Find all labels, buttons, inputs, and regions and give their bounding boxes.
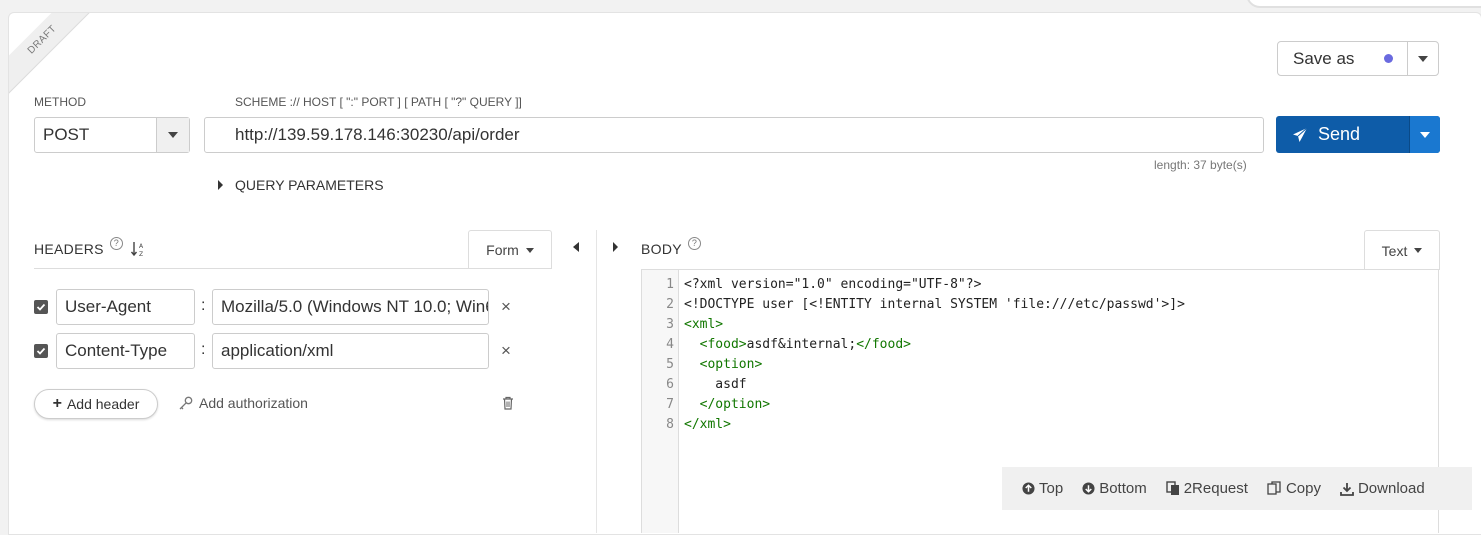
body-mode-select[interactable]: Text [1364,230,1440,270]
header-separator: : [201,297,206,314]
caret-right-icon [613,242,618,252]
copy-files-icon [1166,481,1179,495]
body-title: BODY [641,241,682,257]
delete-all-headers-button[interactable] [502,396,514,415]
headers-divider [34,268,552,269]
add-header-button[interactable]: + Add header [34,389,158,419]
code-line: </xml> [684,417,731,432]
line-number: 5 [666,357,674,372]
send-dropdown[interactable] [1409,116,1440,153]
code-line: <?xml version="1.0" encoding="UTF-8"?> [684,277,982,292]
headers-title-row: HEADERS? AZ [34,237,145,259]
url-input[interactable]: http://139.59.178.146:30230/api/order [204,117,1264,153]
code-line: <!DOCTYPE user [<!ENTITY internal SYSTEM… [684,297,1185,312]
send-button[interactable]: Send [1276,116,1440,153]
line-gutter: 1 2 3 4 5 6 7 8 [642,270,679,533]
arrow-up-circle-icon [1022,482,1035,495]
checkmark-icon [36,303,46,311]
line-number: 8 [666,417,674,432]
download-label: Download [1357,480,1425,497]
copy-label: Copy [1285,480,1321,497]
line-number: 2 [666,297,674,312]
arrow-down-circle-icon [1082,482,1095,495]
caret-right-icon [218,180,223,190]
url-length: length: 37 byte(s) [1154,158,1247,172]
header-name-input[interactable]: User-Agent [56,289,195,325]
draft-label: DRAFT [25,23,59,57]
bottom-label: Bottom [1099,480,1147,497]
header-value-input[interactable]: Mozilla/5.0 (Windows NT 10.0; Win64; x64… [212,289,489,325]
body-title-row: BODY? [641,237,701,259]
checkmark-icon [36,347,46,355]
svg-text:Z: Z [139,251,143,257]
body-mode-label: Text [1381,242,1408,259]
key-icon [179,396,193,410]
code-line: <food>asdf&internal;</food> [699,337,911,352]
draft-ribbon: DRAFT [9,13,103,100]
chevron-down-icon [1418,55,1428,62]
to-request-label: 2Request [1183,480,1248,497]
chevron-down-icon [1414,248,1423,253]
header-enabled-checkbox[interactable] [34,300,48,314]
help-icon[interactable]: ? [687,237,701,250]
download-icon [1340,482,1354,496]
paper-plane-icon [1293,127,1308,142]
line-number: 3 [666,317,674,332]
top-label: Top [1039,480,1064,497]
query-parameters-toggle[interactable]: QUERY PARAMETERS [218,177,384,193]
method-label: METHOD [34,95,86,109]
code-line: </option> [684,397,771,412]
headers-mode-label: Form [486,242,519,258]
plus-icon: + [52,395,62,412]
scroll-bottom-button[interactable]: Bottom [1082,480,1147,497]
to-request-button[interactable]: 2Request [1166,480,1248,497]
help-icon[interactable]: ? [109,237,123,250]
unsaved-status-dot [1384,54,1393,63]
trash-icon [503,396,513,410]
line-number: 7 [666,397,674,412]
save-as-dropdown[interactable] [1407,42,1438,75]
url-format-label: SCHEME :// HOST [ ":" PORT ] [ PATH [ "?… [235,95,522,109]
editor-toolbar: Top Bottom 2Request Copy Download [1002,467,1472,510]
download-button[interactable]: Download [1340,480,1425,497]
send-label: Send [1318,124,1361,144]
add-authorization-button[interactable]: Add authorization [178,395,308,411]
method-dropdown[interactable] [156,118,189,152]
save-as-button[interactable]: Save as [1277,41,1439,76]
chevron-down-icon [1420,131,1430,138]
caret-left-icon [573,242,579,252]
panel-divider [596,230,597,533]
code-line: asdf [684,377,747,392]
code-line: <option> [684,357,763,372]
query-parameters-label: QUERY PARAMETERS [235,177,384,193]
collapse-left-button[interactable] [573,242,579,252]
copy-button[interactable]: Copy [1267,480,1321,497]
header-value-input[interactable]: application/xml [212,333,489,369]
line-number: 1 [666,277,674,292]
chevron-down-icon [168,132,178,138]
chevron-down-icon [525,247,534,253]
scroll-top-button[interactable]: Top [1022,480,1063,497]
code-line: <xml> [684,317,724,332]
remove-header-button[interactable]: × [501,341,511,361]
header-enabled-checkbox[interactable] [34,344,48,358]
method-select[interactable]: POST [34,117,190,153]
save-as-label: Save as [1293,48,1355,68]
top-panel-edge [1246,0,1481,8]
headers-title: HEADERS [34,241,104,257]
remove-header-button[interactable]: × [501,297,511,317]
svg-text:A: A [139,243,144,250]
clipboard-icon [1267,481,1281,495]
line-number: 4 [666,337,674,352]
method-value: POST [43,125,90,144]
add-authorization-label: Add authorization [199,395,308,411]
line-number: 6 [666,377,674,392]
sort-icon[interactable]: AZ [131,241,145,258]
header-separator: : [201,341,206,358]
header-name-input[interactable]: Content-Type [56,333,195,369]
add-header-label: Add header [66,396,140,412]
expand-right-button[interactable] [613,242,618,252]
headers-mode-select[interactable]: Form [468,230,552,269]
